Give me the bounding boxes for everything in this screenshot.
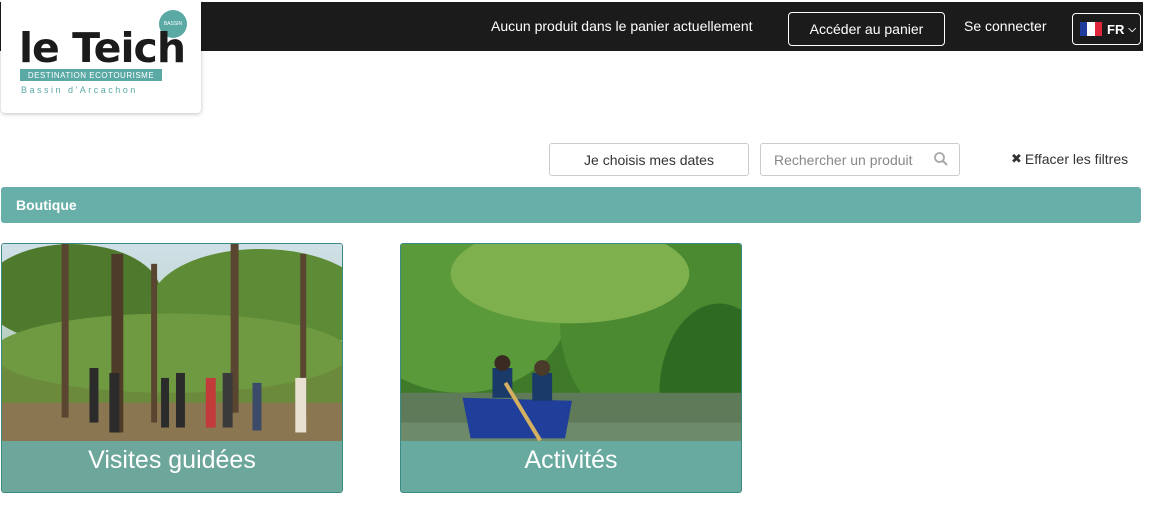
clear-filters-label: Effacer les filtres bbox=[1024, 151, 1129, 167]
clear-filters-link[interactable]: ✖ Effacer les filtres bbox=[1011, 151, 1128, 167]
page-title-bar: Boutique bbox=[1, 187, 1141, 223]
cart-status: Aucun produit dans le panier actuellemen… bbox=[491, 18, 753, 34]
page-title: Boutique bbox=[16, 197, 77, 213]
category-card-activities[interactable]: Activités bbox=[400, 243, 742, 493]
france-flag-icon bbox=[1080, 22, 1102, 36]
date-picker-button[interactable]: Je choisis mes dates bbox=[549, 143, 749, 176]
category-label: Activités bbox=[401, 441, 741, 492]
close-icon: ✖ bbox=[1011, 151, 1022, 166]
logo-subtitle: Bassin d'Arcachon bbox=[21, 85, 138, 95]
language-selector[interactable]: FR ⌵ bbox=[1072, 13, 1141, 45]
logo-title: le Teich bbox=[19, 24, 186, 72]
logo-tagline: DESTINATION ECOTOURISME bbox=[20, 69, 162, 81]
language-code: FR bbox=[1107, 21, 1125, 37]
product-search bbox=[760, 143, 960, 176]
search-input[interactable] bbox=[774, 152, 924, 168]
cart-button[interactable]: Accéder au panier bbox=[788, 12, 945, 46]
chevron-down-icon: ⌵ bbox=[1128, 23, 1136, 35]
login-link[interactable]: Se connecter bbox=[964, 18, 1047, 34]
search-icon[interactable] bbox=[933, 151, 949, 167]
category-card-guided-tours[interactable]: Visites guidées bbox=[1, 243, 343, 493]
category-label: Visites guidées bbox=[2, 441, 342, 492]
site-logo[interactable]: BASSIN le Teich DESTINATION ECOTOURISME … bbox=[1, 0, 201, 113]
